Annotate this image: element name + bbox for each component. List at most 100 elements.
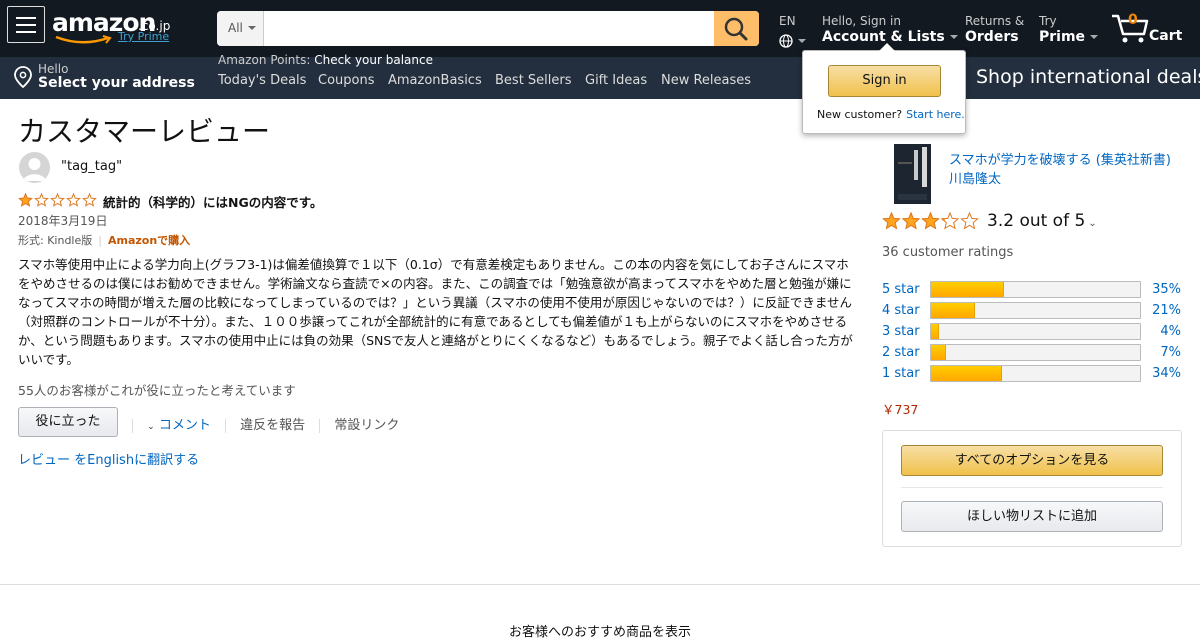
language-code: EN [779,14,796,28]
histogram-bar[interactable] [930,281,1141,298]
recommendations-title[interactable]: お客様へのおすすめ商品を表示 [0,621,1200,640]
histogram-row[interactable]: 3 star 4% [882,323,1182,341]
histogram-percent[interactable]: 4% [1160,324,1181,339]
histogram-star-label[interactable]: 1 star [882,366,920,381]
star-fill-icon [883,212,900,230]
subnav-new-releases[interactable]: New Releases [661,73,751,88]
new-customer-row: New customer? Start here. [817,108,965,121]
histogram-bar-fill [931,366,1003,381]
book-cover-art [894,144,931,204]
star-icon [66,192,81,207]
star-icon [50,192,65,207]
search-input[interactable] [264,11,714,46]
user-icon [23,158,46,181]
chevron-down-icon [949,35,958,39]
see-all-options-button[interactable]: すべてのオプションを見る [901,445,1163,476]
star-icon [34,192,49,207]
chevron-down-icon [1090,35,1099,39]
review-format[interactable]: 形式: Kindle版 [18,234,92,247]
helpful-count: 55人のお客様がこれが役に立ったと考えています [18,383,296,398]
histogram-star-label[interactable]: 5 star [882,282,920,297]
histogram-row[interactable]: 2 star 7% [882,344,1182,362]
flyout-arrow [879,43,895,51]
add-to-wishlist-button[interactable]: ほしい物リストに追加 [901,501,1163,532]
search-button[interactable] [714,11,759,46]
prime-label: Prime [1039,29,1086,45]
points-row[interactable]: Amazon Points: Check your balance [218,53,433,67]
start-here-link[interactable]: Start here. [906,108,965,121]
cart-count: 0 [1128,12,1138,28]
promo-banner[interactable]: Shop international deals [976,66,1200,88]
cart-label: Cart [1149,28,1183,44]
subnav-gift-ideas[interactable]: Gift Ideas [585,73,647,88]
page-title: カスタマーレビュー [18,115,271,148]
star-fill-icon [19,193,32,207]
reviewer-name[interactable]: "tag_tag" [61,159,122,174]
buy-box: すべてのオプションを見る ほしい物リストに追加 [882,430,1182,547]
review-title[interactable]: 統計的（科学的）にはNGの内容です。 [103,192,322,211]
histogram-percent[interactable]: 34% [1152,366,1181,381]
book-cover-image[interactable] [894,144,931,204]
permalink-link[interactable]: 常設リンク [334,418,399,433]
report-abuse-link[interactable]: 違反を報告 [240,418,305,433]
subnav-amazonbasics[interactable]: AmazonBasics [388,73,482,88]
star-icon [960,211,979,230]
divider [319,418,321,433]
language-selector[interactable]: EN [779,14,806,49]
star-icon [82,192,97,207]
points-balance-link[interactable]: Check your balance [314,53,433,67]
returns-orders-link[interactable]: Returns & Orders [965,14,1024,46]
menu-icon[interactable] [7,6,45,43]
translate-review-link[interactable]: レビュー をEnglishに翻訳する [18,449,199,468]
points-label: Amazon Points [218,53,307,67]
histogram-star-label[interactable]: 3 star [882,324,920,339]
subnav-todays-deals[interactable]: Today's Deals [218,73,306,88]
product-author[interactable]: 川島隆太 [949,170,1171,189]
histogram-row[interactable]: 1 star 34% [882,365,1182,383]
histogram-bar[interactable] [930,323,1141,340]
product-title[interactable]: スマホが学力を破壊する (集英社新書) [949,151,1171,170]
divider [132,418,133,433]
histogram-percent[interactable]: 7% [1160,345,1181,360]
verified-purchase-badge: Amazonで購入 [107,234,191,247]
address-label: Select your address [38,75,195,91]
histogram-bar-fill [931,282,1005,297]
orders-label: Orders [965,29,1019,45]
histogram-star-label[interactable]: 2 star [882,345,920,360]
subnav-best-sellers[interactable]: Best Sellers [495,73,572,88]
histogram-bar[interactable] [930,302,1141,319]
account-greeting: Hello, Sign in [822,14,901,28]
histogram-star-label[interactable]: 4 star [882,303,920,318]
review-format-row: 形式: Kindle版 | Amazonで購入 [18,234,191,247]
search-category-select[interactable]: All [217,11,264,46]
amazon-logo[interactable]: amazon .co.jp Try Prime [52,8,192,48]
histogram-percent[interactable]: 21% [1152,303,1181,318]
histogram-row[interactable]: 5 star 35% [882,281,1182,299]
signin-button[interactable]: Sign in [828,65,941,97]
histogram-row[interactable]: 4 star 21% [882,302,1182,320]
product-price: ￥737 [882,402,919,417]
histogram-bar-fill [931,324,940,339]
histogram-bar[interactable] [930,365,1141,382]
try-prime-link[interactable]: Try Prime [118,30,169,43]
star-fill-icon [902,212,920,230]
smile-icon [55,35,112,44]
histogram-bar[interactable] [930,344,1141,361]
helpful-button[interactable]: 役に立った [18,407,118,437]
new-customer-label: New customer? [817,108,903,121]
subnav-coupons[interactable]: Coupons [318,73,375,88]
rating-summary[interactable]: 3.2 out of 5 ⌄ [987,211,1097,231]
review-date: 2018年3月19日 [18,214,108,228]
account-lists-menu[interactable]: Hello, Sign in Account & Lists [822,14,958,46]
product-title-block[interactable]: スマホが学力を破壊する (集英社新書) 川島隆太 [949,151,1171,189]
histogram-percent[interactable]: 35% [1152,282,1181,297]
search-icon [724,17,748,41]
star-fill-icon [922,212,939,230]
location-pin-icon [14,66,32,88]
divider [224,418,226,433]
globe-icon [779,33,793,48]
chevron-down-icon [248,26,256,30]
prime-menu[interactable]: Try Prime [1039,14,1099,46]
comment-link[interactable]: コメント [159,418,211,433]
rating-text: 3.2 out of 5 [987,211,1086,231]
